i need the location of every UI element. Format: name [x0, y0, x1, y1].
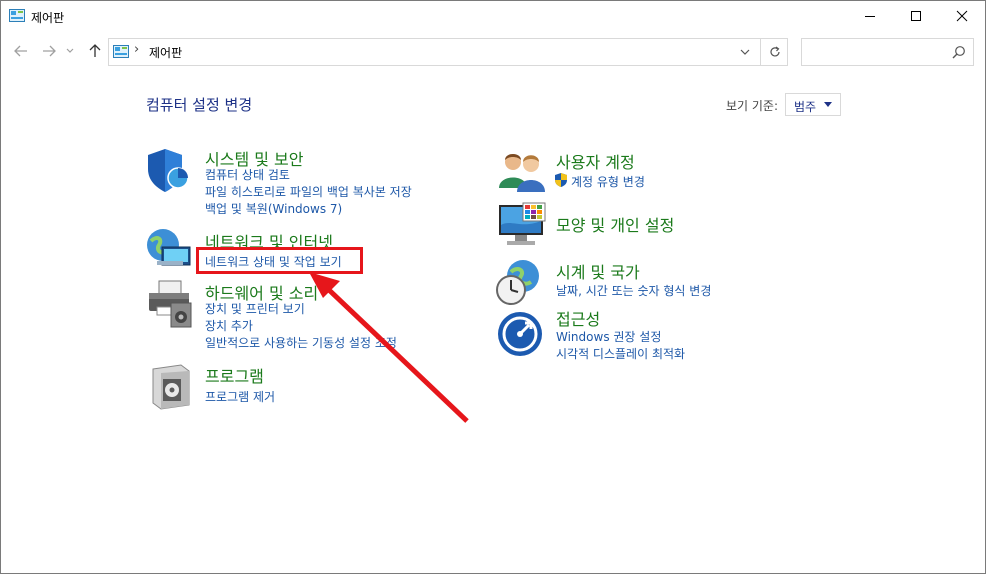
category-title-user-accounts[interactable]: 사용자 계정 [556, 149, 635, 173]
back-button[interactable] [11, 41, 31, 61]
category-title-appearance-personalization[interactable]: 모양 및 개인 설정 [556, 212, 674, 236]
users-icon[interactable] [497, 148, 547, 198]
network-icon[interactable] [145, 225, 195, 275]
arrow-left-icon [14, 45, 27, 57]
link-review-computer-status[interactable]: 컴퓨터 상태 검토 [205, 166, 290, 183]
recent-locations-button[interactable] [63, 41, 77, 61]
minimize-button[interactable] [847, 1, 893, 31]
breadcrumb-separator-icon: › [134, 42, 140, 57]
category-title-clock-region[interactable]: 시계 및 국가 [556, 259, 640, 283]
link-change-date-time-format[interactable]: 날짜, 시간 또는 숫자 형식 변경 [556, 282, 711, 299]
divider [760, 39, 761, 65]
link-uninstall-program[interactable]: 프로그램 제거 [205, 388, 275, 405]
link-file-history-backup[interactable]: 파일 히스토리로 파일의 백업 복사본 저장 [205, 183, 412, 200]
category-title-ease-of-access[interactable]: 접근성 [556, 306, 600, 330]
monitor-icon[interactable] [497, 201, 547, 251]
shield-icon[interactable] [145, 145, 195, 195]
category-title-programs[interactable]: 프로그램 [205, 363, 264, 387]
forward-button[interactable] [39, 41, 59, 61]
maximize-icon [911, 11, 921, 21]
chevron-down-icon [66, 48, 74, 53]
accessibility-icon[interactable] [495, 309, 545, 359]
chevron-down-icon [740, 49, 750, 55]
programs-icon[interactable] [145, 361, 195, 411]
view-by-label: 보기 기준: [726, 99, 779, 113]
address-history-button[interactable] [733, 39, 757, 65]
clock-globe-icon[interactable] [495, 258, 545, 308]
close-button[interactable] [939, 1, 985, 31]
maximize-button[interactable] [893, 1, 939, 31]
refresh-button[interactable] [763, 39, 787, 65]
annotation-highlight-box [196, 247, 363, 274]
close-icon [956, 10, 968, 22]
view-by-value: 범주 [794, 100, 817, 114]
search-input[interactable] [801, 38, 974, 66]
control-panel-icon [9, 9, 25, 22]
control-panel-window: 제어판 › 제어판 컴퓨터 설정 변경 보기 기준: 범주 시스템 및 보안 컴… [0, 0, 986, 574]
view-by-dropdown[interactable]: 범주 [785, 93, 841, 116]
link-backup-restore[interactable]: 백업 및 복원(Windows 7) [205, 200, 342, 217]
link-add-device[interactable]: 장치 추가 [205, 317, 253, 334]
link-windows-recommended-settings[interactable]: Windows 권장 설정 [556, 328, 661, 345]
minimize-icon [865, 16, 875, 17]
page-title: 컴퓨터 설정 변경 [146, 96, 253, 114]
address-bar[interactable]: › 제어판 [108, 38, 788, 66]
search-icon [952, 46, 965, 59]
link-mobility-settings[interactable]: 일반적으로 사용하는 기동성 설정 조정 [205, 334, 397, 351]
title-bar: 제어판 [1, 1, 985, 31]
printer-icon[interactable] [145, 279, 195, 329]
arrow-up-icon [89, 44, 101, 57]
caret-down-icon [824, 102, 832, 107]
link-change-account-type[interactable]: 계정 유형 변경 [571, 173, 645, 190]
link-optimize-visual-display[interactable]: 시각적 디스플레이 최적화 [556, 345, 685, 362]
up-button[interactable] [85, 41, 105, 61]
control-panel-icon [113, 45, 129, 58]
breadcrumb[interactable]: 제어판 [149, 44, 182, 61]
arrow-right-icon [43, 45, 56, 57]
window-title: 제어판 [31, 11, 65, 25]
uac-shield-icon [555, 173, 567, 187]
refresh-icon [770, 46, 780, 57]
link-devices-printers[interactable]: 장치 및 프린터 보기 [205, 300, 305, 317]
